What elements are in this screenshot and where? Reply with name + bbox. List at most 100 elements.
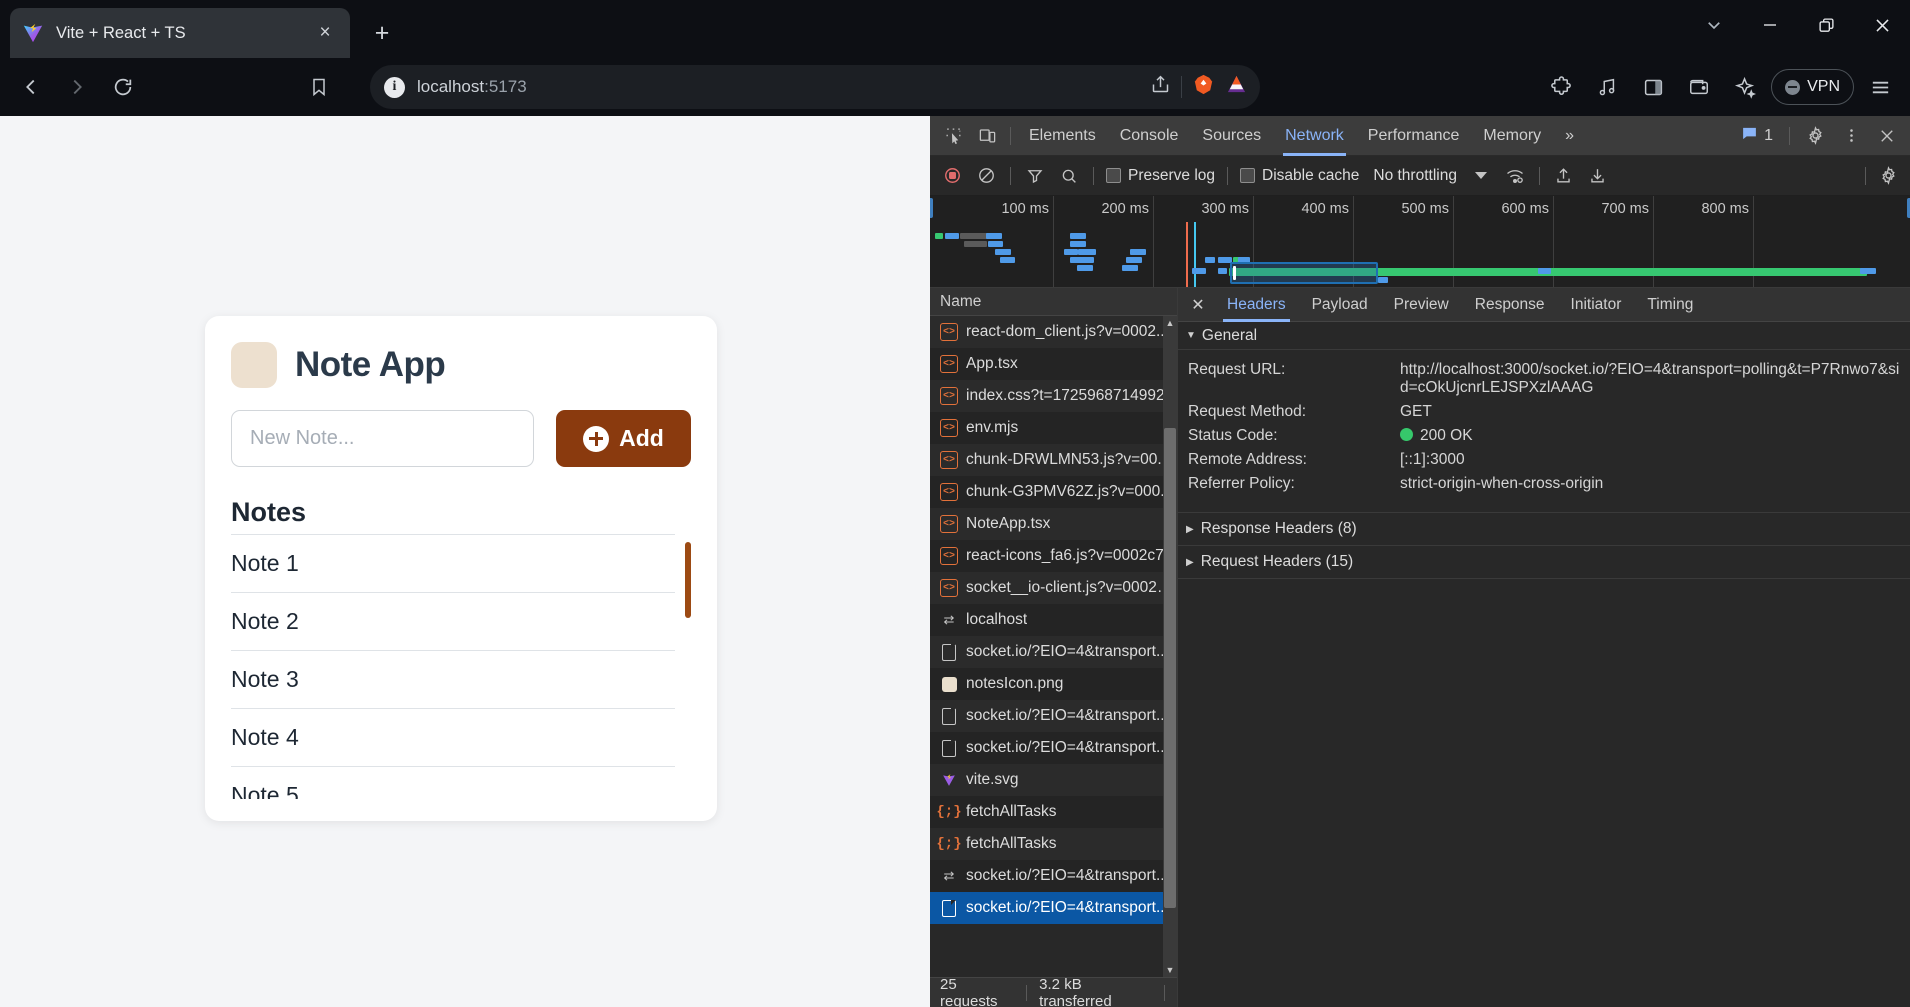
tab-network[interactable]: Network (1273, 116, 1356, 156)
general-section-header[interactable]: ▼ General (1178, 322, 1910, 350)
gear-icon[interactable] (1798, 120, 1832, 152)
hamburger-menu-icon[interactable] (1860, 67, 1900, 107)
preserve-log-checkbox[interactable]: Preserve log (1102, 167, 1219, 185)
vpn-button[interactable]: VPN (1771, 69, 1854, 105)
tab-close-button[interactable]: × (312, 20, 338, 46)
notes-scrollbar-thumb[interactable] (685, 542, 691, 618)
table-row[interactable]: {;} fetchAllTasks (930, 828, 1177, 860)
table-row-selected[interactable]: socket.io/?EIO=4&transport... (930, 892, 1177, 924)
table-row[interactable]: <> chunk-G3PMV62Z.js?v=000... (930, 476, 1177, 508)
requests-scrollbar-thumb[interactable] (1164, 428, 1176, 908)
close-devtools-icon[interactable] (1870, 120, 1904, 152)
network-conditions-icon[interactable] (1499, 161, 1531, 191)
tab-sources[interactable]: Sources (1190, 116, 1273, 156)
export-har-icon[interactable] (1582, 161, 1614, 191)
table-row[interactable]: socket.io/?EIO=4&transport... (930, 732, 1177, 764)
more-tabs-button[interactable]: » (1553, 116, 1586, 156)
table-row[interactable]: notesIcon.png (930, 668, 1177, 700)
list-item[interactable]: Note 3 (231, 651, 675, 709)
close-detail-icon[interactable]: ✕ (1182, 288, 1214, 322)
scroll-up-arrow-icon[interactable]: ▲ (1163, 316, 1177, 330)
throttling-select[interactable]: No throttling (1365, 167, 1457, 185)
request-name: chunk-G3PMV62Z.js?v=000... (966, 483, 1174, 500)
address-bar[interactable]: i localhost:5173 (370, 65, 1260, 109)
notes-scrollbar[interactable] (685, 542, 691, 792)
list-item[interactable]: Note 1 (231, 534, 675, 593)
wallet-icon[interactable] (1679, 67, 1719, 107)
list-item[interactable]: Note 5 (231, 767, 675, 799)
table-row[interactable]: <> index.css?t=1725968714992 (930, 380, 1177, 412)
table-row[interactable]: <> react-icons_fa6.js?v=0002c7... (930, 540, 1177, 572)
tab-memory[interactable]: Memory (1471, 116, 1553, 156)
tab-console[interactable]: Console (1108, 116, 1191, 156)
forward-button[interactable] (56, 66, 98, 108)
bookmark-icon[interactable] (298, 66, 340, 108)
checkbox-box[interactable] (1240, 168, 1256, 183)
tab-initiator[interactable]: Initiator (1558, 288, 1635, 322)
close-window-button[interactable] (1854, 0, 1910, 50)
tab-elements[interactable]: Elements (1017, 116, 1108, 156)
chevron-down-icon[interactable] (1474, 172, 1487, 179)
more-options-icon[interactable] (1834, 120, 1868, 152)
tab-payload[interactable]: Payload (1299, 288, 1381, 322)
table-row[interactable]: {;} fetchAllTasks (930, 796, 1177, 828)
overview-selection-window[interactable] (1230, 262, 1378, 284)
tab-headers[interactable]: Headers (1214, 288, 1299, 322)
record-stop-icon[interactable] (936, 161, 968, 191)
extensions-puzzle-icon[interactable] (1541, 67, 1581, 107)
list-item[interactable]: Note 4 (231, 709, 675, 767)
checkbox-box[interactable] (1106, 168, 1121, 183)
clear-icon[interactable] (970, 161, 1002, 191)
browser-tab[interactable]: Vite + React + TS × (10, 8, 350, 58)
table-row[interactable]: socket.io/?EIO=4&transport... (930, 636, 1177, 668)
minimize-button[interactable] (1742, 0, 1798, 50)
table-row[interactable]: <> NoteApp.tsx (930, 508, 1177, 540)
tab-timing[interactable]: Timing (1634, 288, 1706, 322)
field-key: Status Code: (1188, 427, 1278, 444)
network-settings-icon[interactable] (1872, 161, 1904, 191)
table-row[interactable]: <> env.mjs (930, 412, 1177, 444)
scroll-down-arrow-icon[interactable]: ▼ (1163, 963, 1177, 977)
response-headers-section[interactable]: ▶ Response Headers (8) (1178, 512, 1910, 545)
network-overview-timeline[interactable]: 100 ms 200 ms 300 ms 400 ms 500 ms 600 m… (930, 196, 1910, 288)
add-note-button[interactable]: Add (556, 410, 691, 467)
sidebar-panel-icon[interactable] (1633, 67, 1673, 107)
table-row[interactable]: socket.io/?EIO=4&transport... (930, 700, 1177, 732)
new-note-input[interactable] (231, 410, 534, 467)
music-note-icon[interactable] (1587, 67, 1627, 107)
back-button[interactable] (10, 66, 52, 108)
disable-cache-checkbox[interactable]: Disable cache (1236, 167, 1363, 185)
new-tab-button[interactable]: + (364, 15, 400, 51)
table-row[interactable]: vite.svg (930, 764, 1177, 796)
table-row[interactable]: <> chunk-DRWLMN53.js?v=00... (930, 444, 1177, 476)
table-row[interactable]: ⇄ localhost (930, 604, 1177, 636)
notes-list[interactable]: Note 1 Note 2 Note 3 Note 4 Note 5 (231, 534, 691, 799)
table-row[interactable]: <> App.tsx (930, 348, 1177, 380)
inspect-element-icon[interactable] (936, 120, 970, 152)
leo-ai-sparkle-icon[interactable] (1725, 67, 1765, 107)
import-har-icon[interactable] (1548, 161, 1580, 191)
console-message-badge[interactable]: 1 (1733, 125, 1781, 147)
tab-performance[interactable]: Performance (1356, 116, 1472, 156)
table-row[interactable]: <> react-dom_client.js?v=0002... (930, 316, 1177, 348)
requests-column-header[interactable]: Name (930, 288, 1177, 316)
device-toolbar-icon[interactable] (970, 120, 1004, 152)
bat-triangle-icon[interactable] (1225, 73, 1248, 101)
requests-scrollbar[interactable]: ▲ ▼ (1163, 316, 1177, 977)
table-row[interactable]: <> socket__io-client.js?v=0002c... (930, 572, 1177, 604)
tab-preview[interactable]: Preview (1381, 288, 1462, 322)
request-headers-section[interactable]: ▶ Request Headers (15) (1178, 545, 1910, 578)
table-row[interactable]: ⇄ socket.io/?EIO=4&transport... (930, 860, 1177, 892)
filter-icon[interactable] (1019, 161, 1051, 191)
list-item[interactable]: Note 2 (231, 593, 675, 651)
maximize-restore-button[interactable] (1798, 0, 1854, 50)
share-icon[interactable] (1150, 74, 1171, 100)
reload-button[interactable] (102, 66, 144, 108)
requests-list[interactable]: <> react-dom_client.js?v=0002... <> App.ts… (930, 316, 1177, 977)
overview-left-handle[interactable] (930, 198, 933, 218)
tab-response[interactable]: Response (1462, 288, 1558, 322)
brave-lion-icon[interactable] (1192, 73, 1215, 101)
site-info-icon[interactable]: i (384, 76, 405, 98)
search-icon[interactable] (1053, 161, 1085, 191)
tab-search-chevron-icon[interactable] (1686, 0, 1742, 50)
